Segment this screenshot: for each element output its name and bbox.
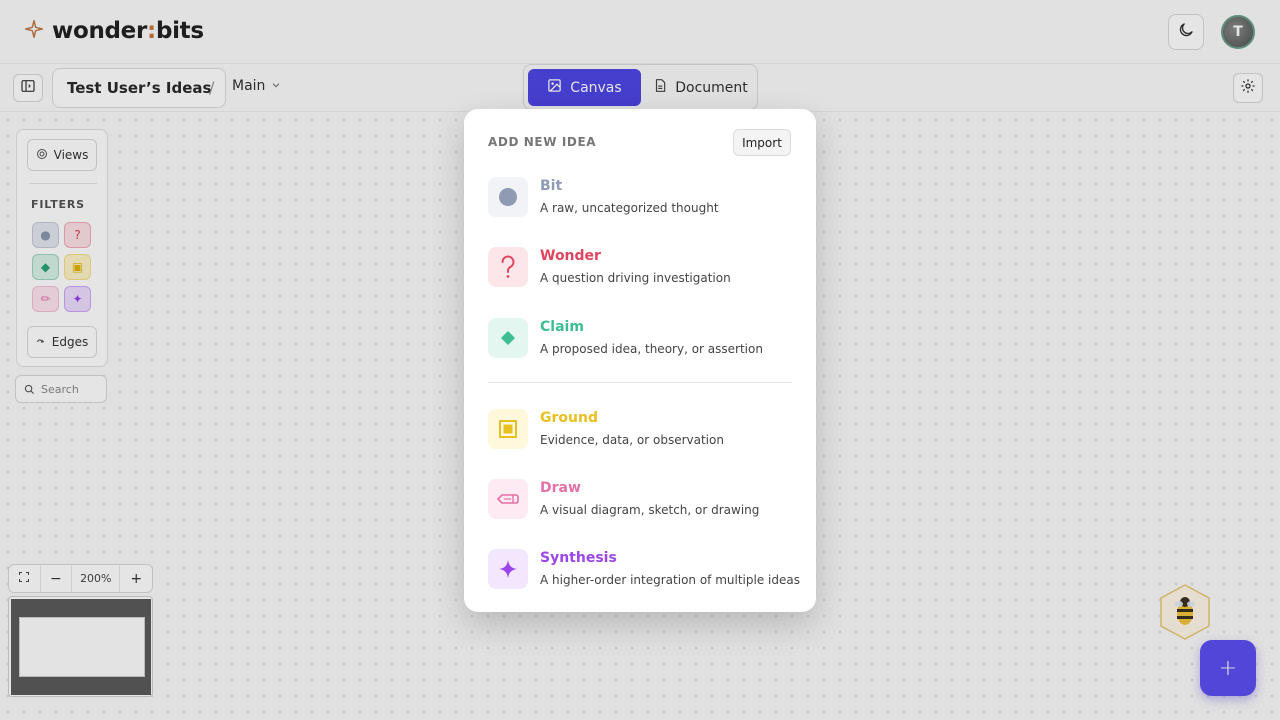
option-synthesis[interactable]: Synthesis A higher-order integration of …	[488, 549, 800, 601]
option-title: Ground	[540, 410, 598, 426]
option-description: A question driving investigation	[540, 271, 731, 285]
sparkle-icon	[488, 549, 528, 589]
option-title: Synthesis	[540, 550, 617, 566]
option-description: Evidence, data, or observation	[540, 433, 724, 447]
option-claim[interactable]: Claim A proposed idea, theory, or assert…	[488, 318, 794, 370]
square-icon	[488, 409, 528, 449]
option-title: Wonder	[540, 248, 601, 264]
option-wonder[interactable]: Wonder A question driving investigation	[488, 247, 794, 299]
diamond-icon	[488, 318, 528, 358]
modal-title: ADD NEW IDEA	[488, 135, 597, 149]
option-description: A visual diagram, sketch, or drawing	[540, 503, 760, 517]
circle-icon	[488, 177, 528, 217]
option-ground[interactable]: Ground Evidence, data, or observation	[488, 409, 794, 461]
modal-divider	[488, 382, 792, 383]
question-icon	[488, 247, 528, 287]
option-title: Bit	[540, 178, 563, 194]
option-title: Draw	[540, 480, 581, 496]
option-draw[interactable]: Draw A visual diagram, sketch, or drawin…	[488, 479, 794, 531]
option-description: A raw, uncategorized thought	[540, 201, 719, 215]
pencil-icon	[488, 479, 528, 519]
import-button[interactable]: Import	[733, 129, 791, 156]
option-bit[interactable]: Bit A raw, uncategorized thought	[488, 177, 794, 229]
option-description: A proposed idea, theory, or assertion	[540, 342, 763, 356]
option-title: Claim	[540, 319, 584, 335]
add-idea-modal: ADD NEW IDEA Import Bit A raw, uncategor…	[464, 109, 816, 612]
option-description: A higher-order integration of multiple i…	[540, 573, 800, 587]
